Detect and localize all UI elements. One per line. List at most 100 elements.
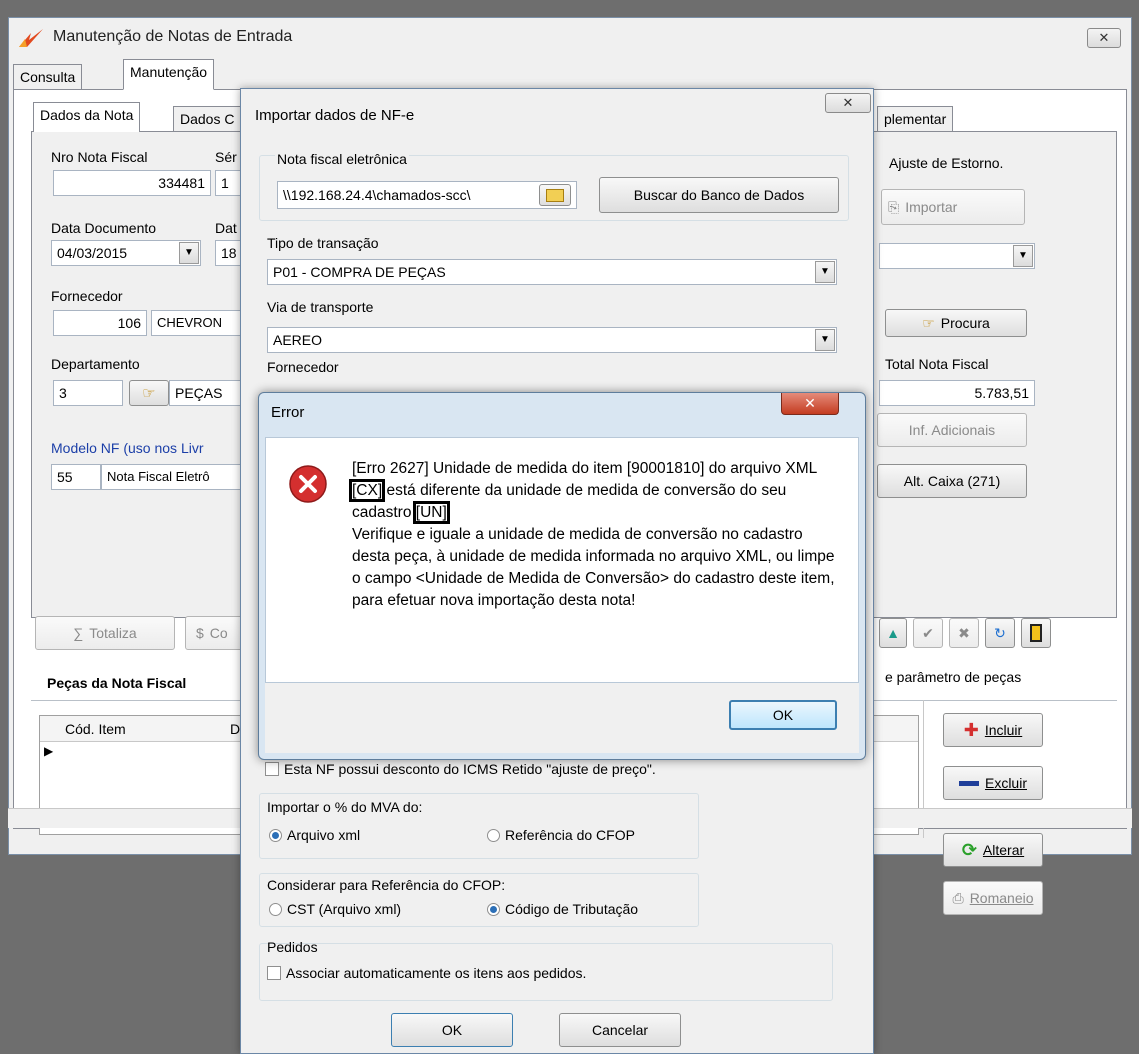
via-transporte-select[interactable]: AEREO ▼: [267, 327, 837, 353]
sync-icon: ⟳: [961, 839, 977, 860]
check-icon: ✔: [922, 624, 934, 641]
door-exit-icon: [1030, 624, 1042, 642]
inf-adicionais-button[interactable]: Inf. Adicionais: [877, 413, 1027, 447]
tab-dados-c[interactable]: Dados C: [173, 106, 242, 132]
folder-open-icon: [546, 188, 564, 202]
fornecedor-code-input[interactable]: 106: [53, 310, 147, 336]
chevron-down-icon[interactable]: ▼: [1013, 245, 1033, 267]
cadastro-unit-highlight: [UN]: [412, 501, 450, 524]
via-transporte-label: Via de transporte: [267, 299, 374, 315]
error-close-button[interactable]: ✕: [781, 393, 839, 415]
cfop-option-cst[interactable]: CST (Arquivo xml): [269, 901, 401, 917]
main-close-button[interactable]: ✕: [1087, 28, 1121, 48]
mva-label: Importar o % do MVA do:: [267, 799, 423, 815]
error-icon: [289, 465, 327, 503]
tipo-transacao-label: Tipo de transação: [267, 235, 379, 251]
importar-button[interactable]: ⎘ Importar: [881, 189, 1025, 225]
error-ok-button[interactable]: OK: [729, 700, 837, 730]
romaneio-button[interactable]: ⎙ Romaneio: [943, 881, 1043, 915]
main-title-bar: Manutenção de Notas de Entrada ✕: [9, 18, 1131, 58]
desconto-checkbox-row[interactable]: Esta NF possui desconto do ICMS Retido "…: [265, 761, 656, 777]
alterar-button[interactable]: ⟳ Alterar: [943, 833, 1043, 867]
refresh-button[interactable]: ↻: [985, 618, 1015, 648]
pointing-hand-icon: ☞: [922, 314, 935, 331]
totaliza-button[interactable]: ∑ Totaliza: [35, 616, 175, 650]
nfe-group-label: Nota fiscal eletrônica: [275, 151, 409, 167]
xml-unit-highlight: [CX]: [348, 479, 386, 502]
right-combo[interactable]: ▼: [879, 243, 1035, 269]
pointing-hand-icon: ☞: [142, 385, 156, 402]
total-nota-label: Total Nota Fiscal: [885, 356, 989, 372]
procura-button[interactable]: ☞ Procura: [885, 309, 1027, 337]
mva-option-xml[interactable]: Arquivo xml: [269, 827, 360, 843]
chevron-down-icon[interactable]: ▼: [815, 261, 835, 283]
radio-selected-icon[interactable]: [269, 829, 282, 842]
buscar-banco-button[interactable]: Buscar do Banco de Dados: [599, 177, 839, 213]
error-dialog: Error ✕ [Erro 2627] Unidade de medida do…: [258, 392, 866, 760]
tipo-transacao-select[interactable]: P01 - COMPRA DE PEÇAS ▼: [267, 259, 837, 285]
x-icon: ✖: [958, 624, 970, 641]
data-entrada-label: Dat: [215, 220, 237, 236]
confirm-button[interactable]: ✔: [913, 618, 943, 648]
error-content: [Erro 2627] Unidade de medida do item [9…: [265, 437, 859, 683]
triangle-up-icon: ▲: [886, 625, 900, 641]
mva-option-cfop[interactable]: Referência do CFOP: [487, 827, 635, 843]
import-cancel-button[interactable]: Cancelar: [559, 1013, 681, 1047]
nfe-path-input[interactable]: \\192.168.24.4\chamados-scc\: [277, 181, 577, 209]
radio-selected-icon[interactable]: [487, 903, 500, 916]
fornecedor-name-input[interactable]: CHEVRON: [151, 310, 245, 336]
nav-up-button[interactable]: ▲: [879, 618, 907, 648]
fornecedor-label: Fornecedor: [267, 359, 339, 375]
minus-icon: [958, 780, 979, 786]
incluir-button[interactable]: ✚ Incluir: [943, 713, 1043, 747]
pecas-title: Peças da Nota Fiscal: [47, 675, 187, 691]
dollar-icon: $: [196, 625, 204, 641]
error-message: [Erro 2627] Unidade de medida do item [9…: [348, 460, 835, 609]
error-dialog-title: Error: [271, 404, 305, 421]
modelo-name-input[interactable]: Nota Fiscal Eletrô: [101, 464, 245, 490]
desconto-checkbox[interactable]: [265, 762, 279, 776]
plus-icon: ✚: [963, 719, 979, 740]
browse-folder-button[interactable]: [539, 184, 571, 206]
import-close-button[interactable]: ✕: [825, 93, 871, 113]
tab-consulta[interactable]: Consulta: [13, 64, 83, 90]
departamento-name-input[interactable]: PEÇAS: [169, 380, 245, 406]
alt-caixa-button[interactable]: Alt. Caixa (271): [877, 464, 1027, 498]
grid-col-cod-item[interactable]: Cód. Item: [65, 721, 126, 737]
tab-manutencao[interactable]: Manutenção: [123, 59, 215, 90]
departamento-code-input[interactable]: 3: [53, 380, 123, 406]
import-ok-button[interactable]: OK: [391, 1013, 513, 1047]
modelo-nf-label: Modelo NF (uso nos Livr: [51, 440, 204, 456]
close-icon: ✕: [842, 95, 854, 110]
redo-icon: ↻: [994, 624, 1006, 641]
data-documento-label: Data Documento: [51, 220, 157, 236]
app-logo-icon: [19, 29, 43, 47]
nro-nota-input[interactable]: 334481: [53, 170, 211, 196]
chevron-down-icon[interactable]: ▼: [815, 329, 835, 351]
nro-nota-label: Nro Nota Fiscal: [51, 149, 148, 165]
import-dialog-title: Importar dados de NF-e: [255, 107, 415, 124]
excluir-button[interactable]: Excluir: [943, 766, 1043, 800]
main-window-title: Manutenção de Notas de Entrada: [53, 28, 293, 45]
tab-complementar[interactable]: plementar: [877, 106, 954, 132]
chevron-down-icon[interactable]: ▼: [179, 242, 199, 264]
cfop-option-tributacao[interactable]: Código de Tributação: [487, 901, 638, 917]
exit-button[interactable]: [1021, 618, 1051, 648]
close-icon: ✕: [1098, 30, 1110, 45]
tab-dados-da-nota[interactable]: Dados da Nota: [33, 102, 141, 132]
import-icon: ⎘: [888, 198, 900, 215]
sigma-icon: ∑: [73, 625, 84, 641]
pedidos-checkbox-row[interactable]: Associar automaticamente os itens aos pe…: [267, 965, 586, 981]
serie-label: Sér: [215, 149, 237, 165]
fornecedor-label: Fornecedor: [51, 288, 123, 304]
pedidos-checkbox[interactable]: [267, 966, 281, 980]
modelo-code-input[interactable]: 55: [51, 464, 101, 490]
grid-col-d[interactable]: D: [230, 721, 240, 737]
radio-icon[interactable]: [269, 903, 282, 916]
departamento-label: Departamento: [51, 356, 140, 372]
data-documento-input[interactable]: 04/03/2015 ▼: [51, 240, 201, 266]
total-nota-value: 5.783,51: [879, 380, 1035, 406]
departamento-search-button[interactable]: ☞: [129, 380, 169, 406]
cancel-edit-button[interactable]: ✖: [949, 618, 979, 648]
radio-icon[interactable]: [487, 829, 500, 842]
